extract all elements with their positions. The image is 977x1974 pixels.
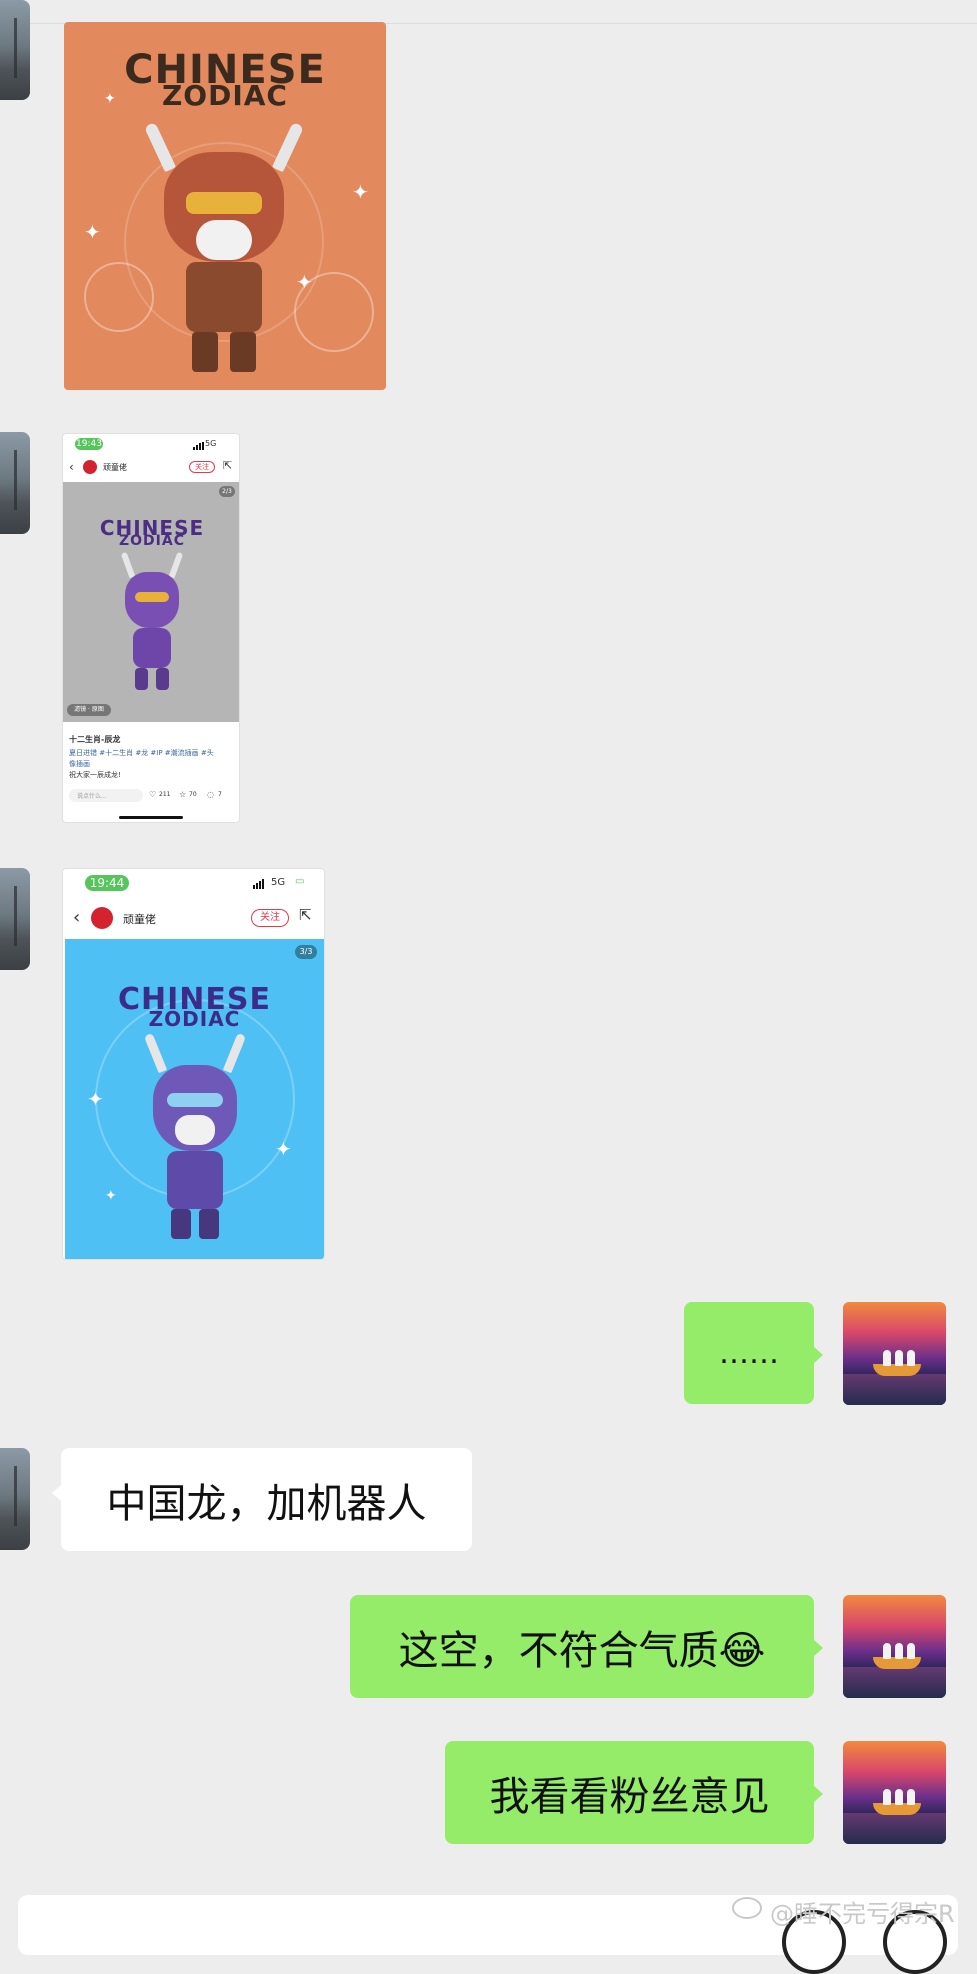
my-avatar[interactable] — [843, 1741, 946, 1844]
dragon-robot-illustration — [107, 548, 197, 708]
star-count: 70 — [189, 791, 197, 798]
chat-image-screenshot-3[interactable]: 19:44 5G ▭ ‹ 顽童佬 关注 ⇱ ✦ ✦ ✦ 3/3 CHINESE … — [62, 868, 325, 1260]
message-bubble-sent[interactable]: 这空，不符合气质😂 — [350, 1595, 823, 1698]
watermark: @睡不完亏得宗R — [770, 1900, 955, 1928]
zodiac-title-line2: ZODIAC — [119, 533, 185, 549]
my-avatar[interactable] — [843, 1595, 946, 1698]
comment-input[interactable]: 说点什么... — [69, 789, 143, 802]
contact-avatar[interactable] — [0, 868, 30, 970]
sparkle-icon: ✦ — [275, 1137, 292, 1161]
signal-icon — [253, 879, 264, 889]
signal-icon — [193, 442, 204, 450]
home-indicator — [119, 816, 183, 819]
sparkle-icon: ✦ — [87, 1087, 104, 1111]
status-time: 19:43 — [75, 438, 103, 450]
follow-button[interactable]: 关注 — [251, 909, 289, 927]
status-time: 19:44 — [85, 875, 129, 891]
back-arrow-icon[interactable]: ‹ — [69, 460, 74, 474]
chat-image-orange-zodiac[interactable]: ✦ ✦ ✦ ✦ CHINESE ZODIAC — [64, 22, 386, 390]
account-logo-icon[interactable] — [83, 460, 97, 474]
my-avatar[interactable] — [843, 1302, 946, 1405]
top-bar — [0, 0, 977, 24]
sparkle-icon: ✦ — [105, 1188, 117, 1204]
battery-icon: ▭ — [295, 876, 305, 887]
follow-button[interactable]: 关注 — [189, 461, 215, 473]
dragon-robot-illustration — [127, 1029, 263, 1249]
contact-avatar[interactable] — [0, 432, 30, 534]
network-label: 5G — [271, 877, 286, 888]
account-name[interactable]: 顽童佬 — [123, 911, 156, 927]
message-bubble-received[interactable]: 中国龙，加机器人 — [52, 1448, 472, 1551]
contact-avatar[interactable] — [0, 1448, 30, 1550]
comment-placeholder: 说点什么... — [77, 793, 107, 800]
zodiac-title-line2: ZODIAC — [148, 1007, 241, 1031]
dragon-robot-illustration — [124, 112, 324, 382]
back-arrow-icon[interactable]: ‹ — [73, 907, 80, 928]
chat-image-screenshot-2[interactable]: 19:43 5G ‹ 顽童佬 关注 ⇱ 2/3 CHINESE ZODIAC 滤… — [62, 433, 240, 823]
star-icon[interactable]: ☆ — [179, 790, 186, 799]
message-bubble-sent[interactable]: …… — [684, 1302, 823, 1404]
weibo-icon — [732, 1897, 762, 1919]
account-logo-icon[interactable] — [91, 907, 113, 929]
contact-avatar[interactable] — [0, 0, 30, 100]
image-counter: 2/3 — [219, 486, 235, 497]
message-bubble-sent[interactable]: 我看看粉丝意见 — [445, 1741, 823, 1844]
sparkle-icon: ✦ — [352, 180, 369, 204]
post-tags-cont[interactable]: 像插画 — [69, 759, 90, 769]
comment-count: 7 — [218, 791, 222, 798]
network-label: 5G — [205, 439, 217, 448]
share-icon[interactable]: ⇱ — [223, 459, 232, 472]
post-title: 十二生肖-辰龙 — [69, 735, 121, 744]
post-image-blue[interactable]: ✦ ✦ ✦ 3/3 CHINESE ZODIAC — [65, 939, 324, 1259]
comment-icon[interactable]: ◌ — [207, 790, 214, 799]
image-counter: 3/3 — [295, 945, 317, 959]
share-icon[interactable]: ⇱ — [299, 906, 312, 924]
zodiac-title-line2: ZODIAC — [162, 79, 288, 112]
sparkle-icon: ✦ — [84, 220, 101, 244]
like-count: 211 — [159, 791, 171, 798]
post-caption: 祝大家一辰成龙! — [69, 771, 121, 779]
account-name[interactable]: 顽童佬 — [103, 462, 127, 473]
filter-badge[interactable]: 滤镜 · 原图 — [67, 704, 111, 716]
like-icon[interactable]: ♡ — [149, 790, 156, 799]
post-tags[interactable]: 夏日进错 #十二生肖 #龙 #IP #潮流插画 #头 — [69, 748, 214, 758]
post-image-gray[interactable]: 2/3 CHINESE ZODIAC 滤镜 · 原图 — [63, 482, 239, 722]
